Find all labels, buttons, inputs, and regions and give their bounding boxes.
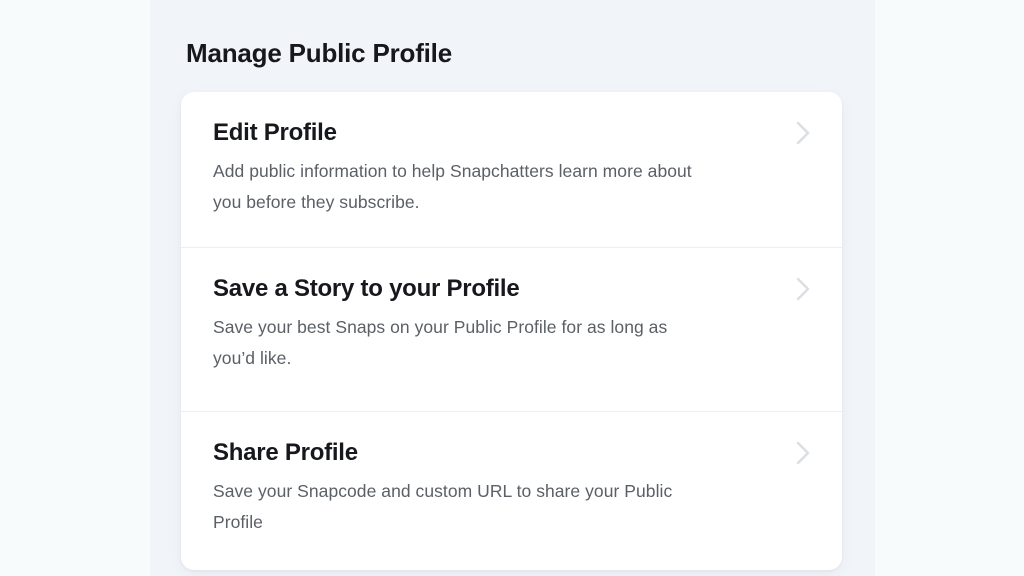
list-item-title: Share Profile: [213, 439, 358, 466]
list-item-description: Save your best Snaps on your Public Prof…: [213, 317, 668, 368]
list-item-title: Save a Story to your Profile: [213, 275, 520, 302]
manage-public-profile-card: Edit Profile Add public information to h…: [181, 92, 842, 570]
list-item-title: Edit Profile: [213, 119, 337, 146]
page-title: Manage Public Profile: [186, 38, 452, 69]
list-item-description: Add public information to help Snapchatt…: [213, 161, 692, 212]
list-item-save-a-story-to-your-profile[interactable]: Save a Story to your Profile Save your b…: [181, 248, 842, 411]
screen: Manage Public Profile Edit Profile Add p…: [0, 0, 1024, 576]
list-item-edit-profile[interactable]: Edit Profile Add public information to h…: [181, 92, 842, 247]
list-item-description: Save your Snapcode and custom URL to sha…: [213, 481, 673, 532]
list-item-share-profile[interactable]: Share Profile Save your Snapcode and cus…: [181, 412, 842, 570]
